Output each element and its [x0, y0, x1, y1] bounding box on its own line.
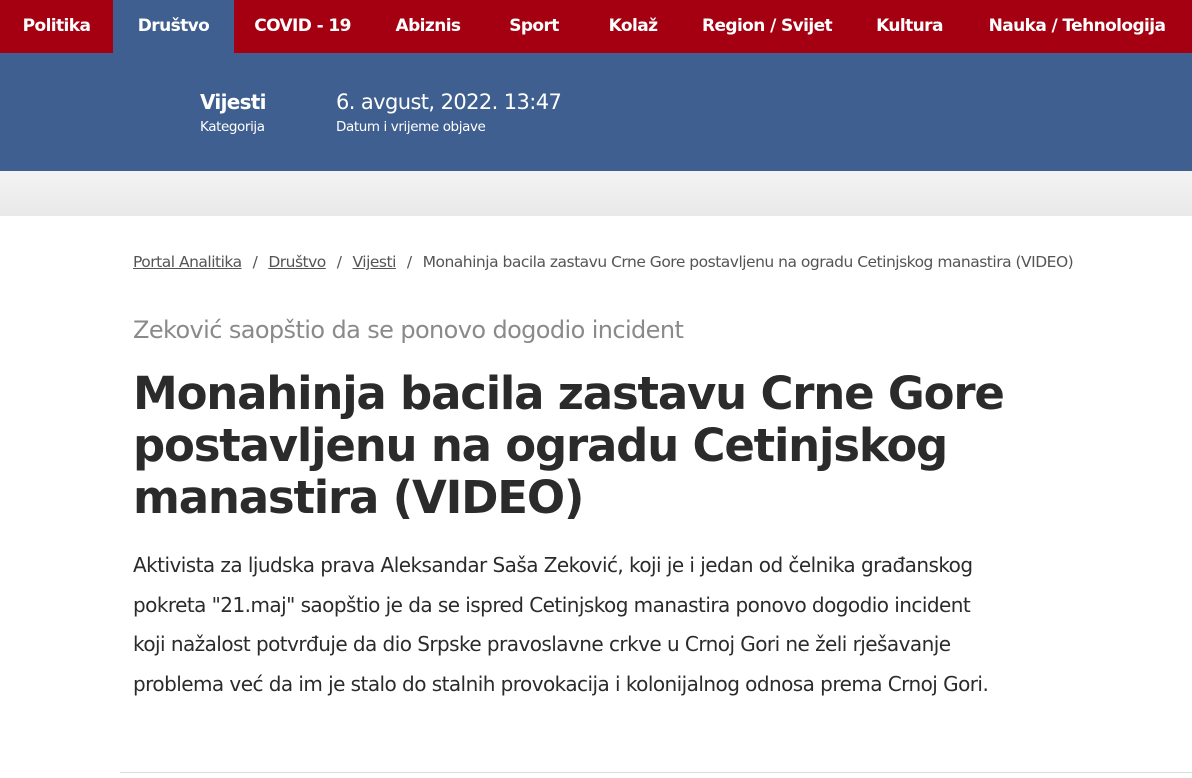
- content-divider: [120, 772, 1192, 773]
- article-lead: Aktivista za ljudska prava Aleksandar Sa…: [133, 553, 989, 696]
- main-navigation: Politika Društvo COVID - 19 Abiznis Spor…: [0, 0, 1192, 53]
- article-title: Monahinja bacila zastavu Crne Gore posta…: [133, 367, 1005, 524]
- category-label: Kategorija: [200, 119, 265, 135]
- breadcrumb: Portal Analitika / Društvo / Vijesti / Monahin…: [133, 253, 1074, 275]
- nav-item-region-svijet[interactable]: Region / Svijet: [683, 0, 851, 53]
- breadcrumb-link-drustvo[interactable]: Društvo: [268, 253, 326, 271]
- nav-item-sport[interactable]: Sport: [485, 0, 583, 53]
- breadcrumb-separator: /: [406, 253, 412, 271]
- nav-item-covid-19[interactable]: COVID - 19: [234, 0, 371, 53]
- breadcrumb-current: Monahinja bacila zastavu Crne Gore posta…: [422, 253, 1074, 271]
- article-info-bar: Vijesti Kategorija 6. avgust, 2022. 13:4…: [0, 53, 1192, 171]
- nav-item-nauka-tehnologija[interactable]: Nauka / Tehnologija: [968, 0, 1186, 53]
- nav-item-kolaz[interactable]: Kolaž: [583, 0, 683, 53]
- nav-item-politika[interactable]: Politika: [0, 0, 113, 53]
- category-value[interactable]: Vijesti: [200, 90, 267, 114]
- breadcrumb-link-home[interactable]: Portal Analitika: [133, 253, 242, 271]
- nav-item-kultura[interactable]: Kultura: [851, 0, 968, 53]
- nav-item-abiznis[interactable]: Abiznis: [371, 0, 485, 53]
- header-separator-band: [0, 171, 1192, 216]
- nav-item-drustvo[interactable]: Društvo: [113, 0, 234, 53]
- publish-date-value: 6. avgust, 2022. 13:47: [336, 90, 562, 114]
- breadcrumb-separator: /: [252, 253, 258, 271]
- breadcrumb-separator: /: [336, 253, 342, 271]
- article-subtitle: Zeković saopštio da se ponovo dogodio in…: [133, 316, 684, 344]
- breadcrumb-link-vijesti[interactable]: Vijesti: [353, 253, 397, 271]
- publish-date-label: Datum i vrijeme objave: [336, 119, 486, 135]
